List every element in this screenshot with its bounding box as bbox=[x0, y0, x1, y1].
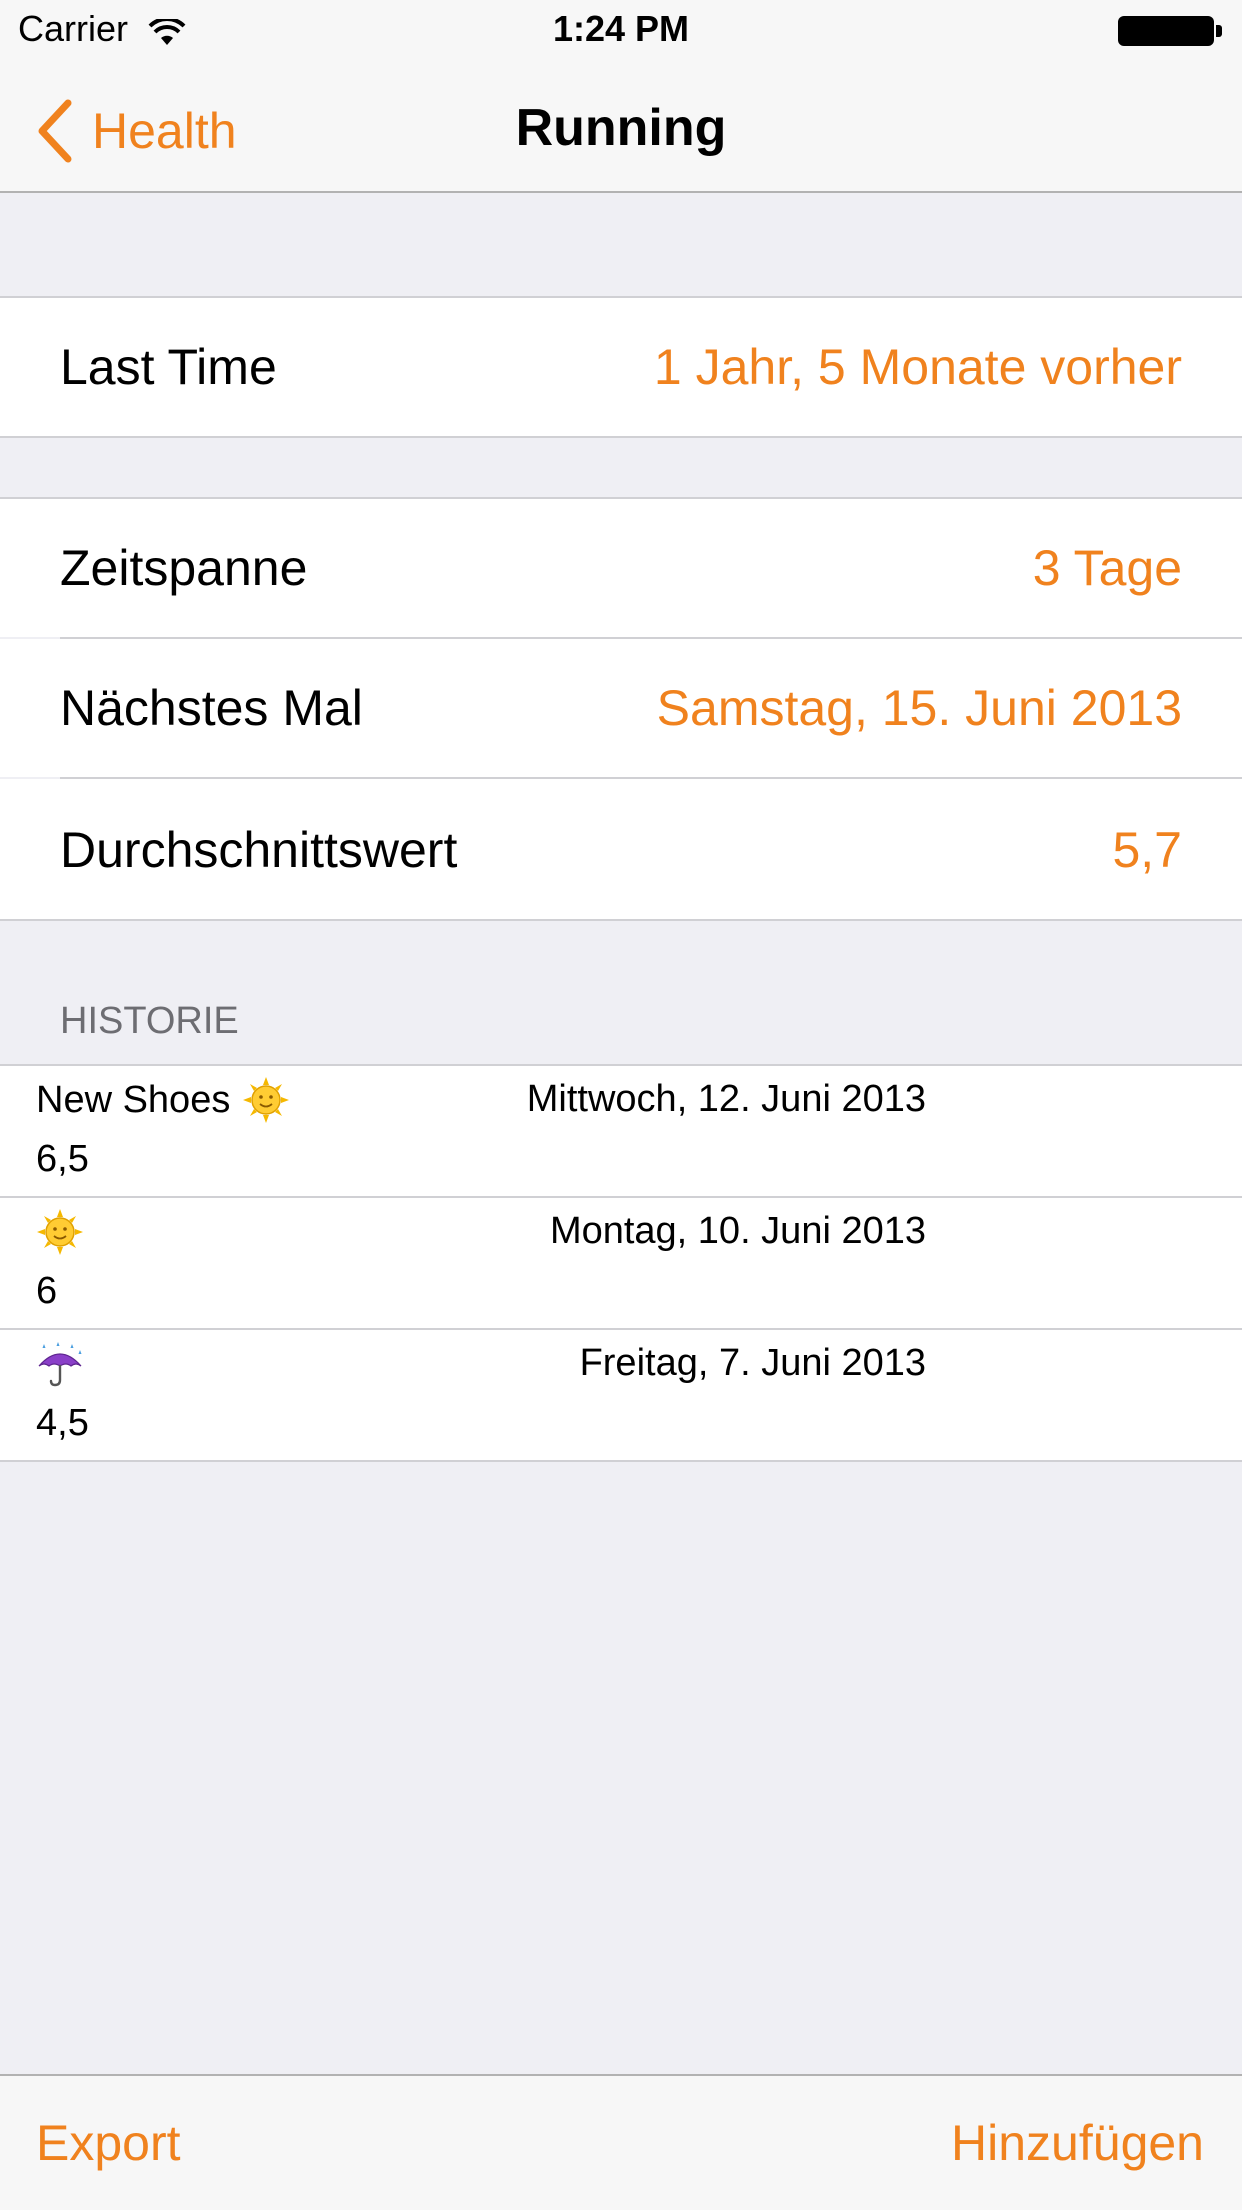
history-value: 6,5 bbox=[36, 1138, 89, 1180]
bottom-toolbar: Export Hinzufügen bbox=[0, 2074, 1242, 2210]
battery-icon bbox=[1118, 16, 1222, 46]
history-row[interactable]: New Shoes Mittwoch, 12. Juni 2013 6,5 bbox=[0, 1066, 1242, 1198]
history-value: 4,5 bbox=[36, 1402, 89, 1444]
history-note bbox=[36, 1340, 84, 1388]
last-time-value: 1 Jahr, 5 Monate vorher bbox=[653, 339, 1182, 395]
add-button[interactable]: Hinzufügen bbox=[951, 2114, 1204, 2172]
history-date: Freitag, 7. Juni 2013 bbox=[579, 1342, 926, 1384]
next-time-value: Samstag, 15. Juni 2013 bbox=[656, 680, 1182, 736]
next-time-label: Nächstes Mal bbox=[60, 680, 363, 736]
stat-row-average[interactable]: Durchschnittswert 5,7 bbox=[0, 779, 1242, 919]
history-value: 6 bbox=[36, 1270, 58, 1312]
umbrella-rain-icon bbox=[38, 1342, 82, 1387]
stat-row-next-time[interactable]: Nächstes Mal Samstag, 15. Juni 2013 bbox=[0, 639, 1242, 777]
page-title: Running bbox=[515, 99, 727, 157]
history-note-text: New Shoes bbox=[36, 1078, 231, 1121]
last-time-label: Last Time bbox=[60, 339, 277, 395]
navigation-bar: Health Running bbox=[0, 60, 1242, 193]
history-section-header: HISTORIE bbox=[60, 1000, 239, 1042]
stat-row-interval[interactable]: Zeitspanne 3 Tage bbox=[0, 499, 1242, 637]
history-row[interactable]: Montag, 10. Juni 2013 6 bbox=[0, 1198, 1242, 1330]
interval-value: 3 Tage bbox=[1032, 540, 1182, 596]
divider bbox=[0, 919, 1242, 921]
status-time: 1:24 PM bbox=[552, 8, 690, 49]
history-note bbox=[36, 1208, 84, 1256]
interval-label: Zeitspanne bbox=[60, 540, 308, 596]
average-value: 5,7 bbox=[1112, 822, 1182, 878]
sun-icon bbox=[37, 1209, 83, 1255]
history-row[interactable]: Freitag, 7. Juni 2013 4,5 bbox=[0, 1330, 1242, 1462]
average-label: Durchschnittswert bbox=[60, 822, 458, 878]
sun-icon bbox=[243, 1077, 290, 1123]
history-date: Mittwoch, 12. Juni 2013 bbox=[526, 1078, 926, 1120]
divider bbox=[0, 436, 1242, 438]
history-note: New Shoes bbox=[36, 1076, 290, 1124]
export-button[interactable]: Export bbox=[36, 2114, 181, 2172]
history-date: Montag, 10. Juni 2013 bbox=[549, 1210, 926, 1252]
status-bar: Carrier 1:24 PM bbox=[0, 0, 1242, 60]
divider bbox=[0, 1460, 1242, 1462]
last-time-cell[interactable]: Last Time 1 Jahr, 5 Monate vorher bbox=[0, 298, 1242, 436]
